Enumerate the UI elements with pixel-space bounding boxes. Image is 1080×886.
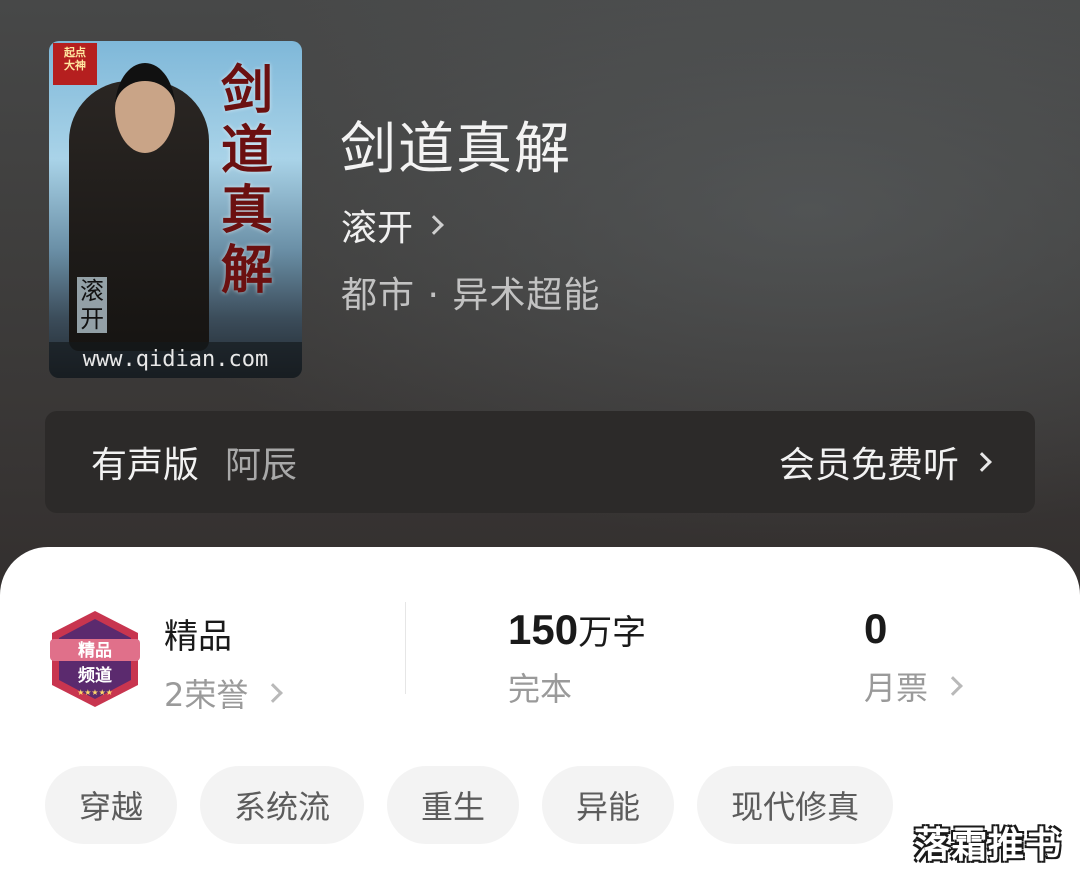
chevron-right-icon xyxy=(943,676,963,696)
cover-url-text: www.qidian.com xyxy=(49,342,302,378)
svg-text:★★★★★: ★★★★★ xyxy=(77,688,113,697)
cover-publisher-badge: 起点 大神 xyxy=(53,43,97,85)
tag-chip[interactable]: 现代修真 xyxy=(697,766,894,844)
watermark-text: 落霜推书 xyxy=(913,825,1062,866)
chevron-right-icon xyxy=(972,452,992,472)
cover-figure-head xyxy=(115,63,175,153)
svg-text:频道: 频道 xyxy=(78,665,112,686)
chevron-right-icon xyxy=(263,683,284,703)
book-status: 完本 xyxy=(508,670,573,708)
book-title: 剑道真解 xyxy=(340,117,572,182)
stats-divider xyxy=(405,602,406,694)
tag-chip[interactable]: 穿越 xyxy=(45,766,178,844)
honor-block: 精品 2荣誉 xyxy=(164,609,284,716)
author-link[interactable]: 滚开 xyxy=(341,199,444,251)
word-count-unit: 万字 xyxy=(578,613,647,653)
svg-text:精品: 精品 xyxy=(78,640,112,661)
honor-title: 精品 xyxy=(164,617,232,657)
word-count-stat: 150万字 完本 xyxy=(508,605,646,710)
book-header: 起点 大神 剑道真解 滚开 www.qidian.com 剑道真解 滚开 都市 ·… xyxy=(0,0,1080,600)
tag-list: 穿越 系统流 重生 异能 现代修真 xyxy=(45,766,894,844)
tag-chip[interactable]: 系统流 xyxy=(200,766,365,844)
book-cover-image[interactable]: 起点 大神 剑道真解 滚开 www.qidian.com xyxy=(49,41,302,378)
honor-count-link[interactable]: 2荣誉 xyxy=(164,670,284,716)
member-free-listen-button[interactable]: 会员免费听 xyxy=(778,436,992,488)
honor-count: 2荣誉 xyxy=(164,676,249,714)
monthly-ticket-label: 月票 xyxy=(864,669,929,707)
cover-author-text: 滚开 xyxy=(77,277,107,333)
word-count-number: 150 xyxy=(508,606,579,653)
audiobook-label: 有声版 xyxy=(91,445,200,486)
member-free-listen-label: 会员免费听 xyxy=(778,445,959,486)
tag-chip[interactable]: 异能 xyxy=(542,766,675,844)
author-name: 滚开 xyxy=(341,208,414,249)
tag-chip[interactable]: 重生 xyxy=(387,766,520,844)
monthly-ticket-link[interactable]: 月票 xyxy=(864,663,963,709)
monthly-ticket-stat[interactable]: 0 月票 xyxy=(864,605,963,709)
cover-title-text: 剑道真解 xyxy=(220,60,273,301)
chevron-right-icon xyxy=(424,215,444,235)
audiobook-narrator: 阿辰 xyxy=(225,445,298,486)
monthly-ticket-count: 0 xyxy=(864,605,888,652)
book-genre: 都市 · 异术超能 xyxy=(341,275,601,316)
premium-channel-badge-icon: 精品 频道 ★★★★★ xyxy=(50,611,140,707)
audiobook-bar[interactable]: 有声版 阿辰 会员免费听 xyxy=(45,411,1035,513)
